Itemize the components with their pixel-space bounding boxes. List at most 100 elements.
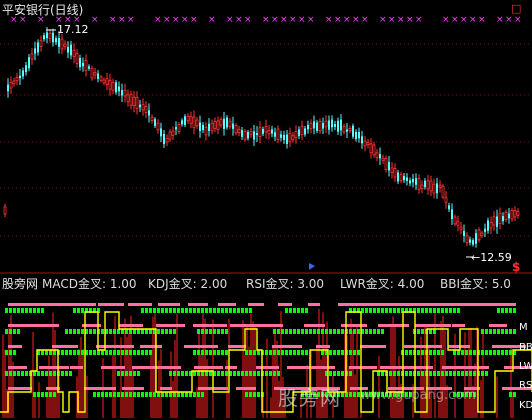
signal-dot [69, 350, 72, 355]
signal-dot [117, 392, 120, 397]
signal-dot [129, 329, 132, 334]
signal-dot [253, 371, 256, 376]
signal-dot [505, 350, 508, 355]
signal-dot [157, 308, 160, 313]
signal-dot [497, 350, 500, 355]
signal-dot [509, 350, 512, 355]
signal-dot [201, 308, 204, 313]
signal-dot [25, 371, 28, 376]
signal-dot [33, 371, 36, 376]
signal-dot [9, 371, 12, 376]
signal-dot [53, 392, 56, 397]
signal-dot [173, 371, 176, 376]
signal-band [101, 366, 125, 369]
candle-body [82, 62, 84, 67]
signal-dot [417, 371, 420, 376]
min-price-label: ←12.59 [471, 251, 512, 264]
signal-dot [77, 329, 80, 334]
signal-dot [329, 350, 332, 355]
signal-dot [65, 371, 68, 376]
signal-dot [305, 329, 308, 334]
signal-dot [337, 350, 340, 355]
signal-dot [113, 392, 116, 397]
signal-dot [249, 371, 252, 376]
candle-body [156, 122, 160, 131]
signal-dot [9, 350, 12, 355]
candle-body [102, 79, 106, 84]
cross-marker: × [271, 15, 279, 25]
signal-dot [133, 371, 136, 376]
signal-dot [213, 350, 216, 355]
signal-dot [453, 308, 456, 313]
signal-band [52, 345, 78, 348]
signal-dot [201, 329, 204, 334]
candle-body [175, 127, 177, 130]
signal-dot [113, 329, 116, 334]
chart-canvas[interactable]: × × × × × × × × × × × × × × × × × × × × × × × × × × × × × × × × × × × × × × × ×… [0, 0, 532, 420]
signal-dot [185, 308, 188, 313]
signal-dot [249, 350, 252, 355]
signal-dot [197, 392, 200, 397]
signal-dot [453, 371, 456, 376]
signal-dot [149, 392, 152, 397]
signal-band [68, 303, 96, 306]
max-price-label: 17.12 [57, 23, 89, 36]
signal-dot [337, 329, 340, 334]
signal-dot [253, 350, 256, 355]
signal-dot [17, 329, 20, 334]
signal-dot [21, 308, 24, 313]
signal-dot [365, 308, 368, 313]
candle-body [498, 212, 502, 225]
signal-band [415, 324, 451, 327]
signal-dot [185, 371, 188, 376]
signal-dot [209, 308, 212, 313]
signal-dot [349, 371, 352, 376]
signal-band [156, 324, 185, 327]
cross-marker: × [307, 15, 315, 25]
cross-marker: × [235, 15, 243, 25]
signal-dot [489, 329, 492, 334]
candle-body [399, 174, 403, 181]
cross-marker: × [361, 15, 369, 25]
signal-band [96, 345, 134, 348]
candlestick-series [3, 27, 520, 248]
candle-body [88, 66, 90, 69]
signal-band [132, 366, 167, 369]
signal-dot [313, 329, 316, 334]
candle-body [318, 121, 322, 132]
cross-marker: × [388, 15, 396, 25]
signal-dot [129, 371, 132, 376]
signal-dot [145, 329, 148, 334]
candle-body [9, 81, 13, 89]
signal-dot [5, 329, 8, 334]
candle-body [154, 119, 156, 126]
window-toggle-icon[interactable]: □ [511, 2, 521, 16]
signal-dot [13, 371, 16, 376]
signal-dot [281, 350, 284, 355]
candle-body [429, 180, 433, 192]
cross-marker: × [172, 15, 180, 25]
signal-dot [209, 329, 212, 334]
candle-body [381, 157, 385, 161]
signal-dot [273, 350, 276, 355]
signal-dot [449, 371, 452, 376]
signal-band [349, 366, 377, 369]
candle-body [369, 143, 373, 154]
side-label-m: M [519, 322, 528, 333]
signal-dot [481, 371, 484, 376]
signal-dot [465, 350, 468, 355]
legend-kdj: KDJ金叉: 2.00 [148, 277, 228, 291]
candle-body [39, 40, 43, 47]
signal-band [316, 345, 330, 348]
signal-dot [205, 329, 208, 334]
candle-body [403, 175, 405, 181]
signal-dot [213, 329, 216, 334]
signal-dot [269, 350, 272, 355]
signal-dot [165, 392, 168, 397]
signal-dot [193, 350, 196, 355]
signal-dot [301, 308, 304, 313]
legend-macd: MACD金叉: 1.00 [42, 277, 137, 291]
signal-dot [161, 329, 164, 334]
candle-body [496, 216, 498, 227]
candle-body [30, 53, 34, 60]
